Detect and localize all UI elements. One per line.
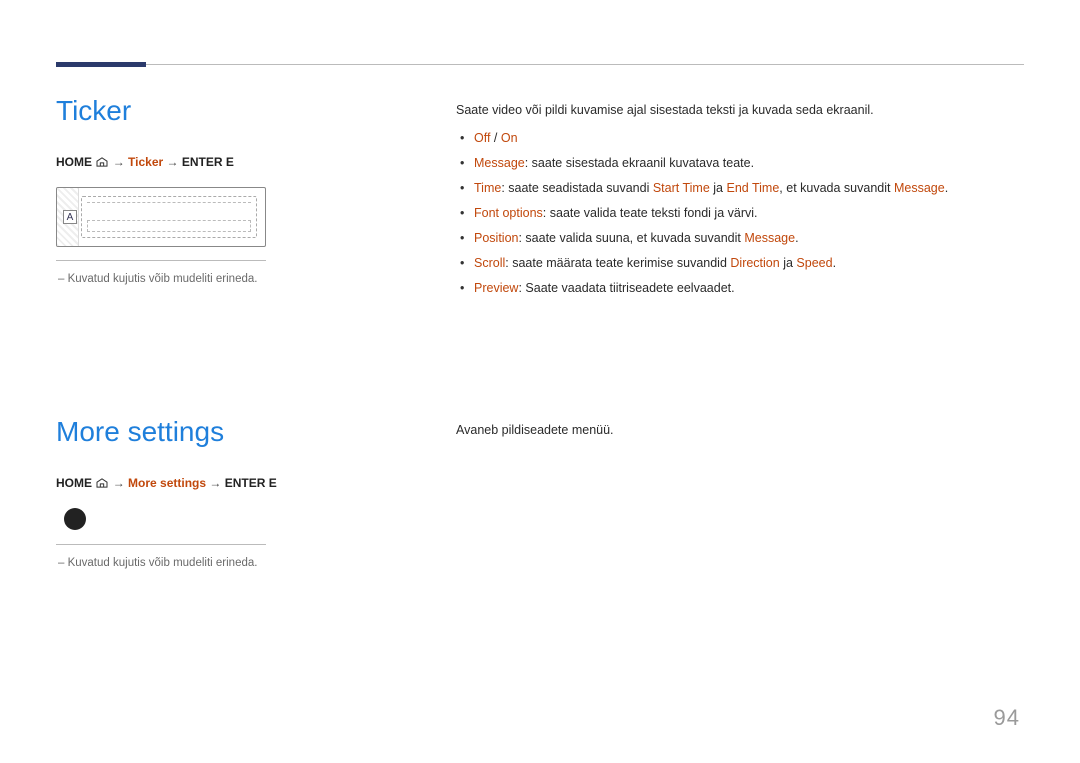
arrow-icon: → (113, 155, 128, 169)
section-more-left: More settings HOME → More settings → ENT… (56, 416, 396, 569)
ticker-breadcrumb: HOME → Ticker → ENTER E (56, 155, 396, 169)
header-rule (56, 64, 1024, 65)
breadcrumb-home: HOME (56, 155, 92, 169)
section-more-right: Avaneb pildiseadete menüü. (456, 420, 1020, 448)
bullet-off-on: Off / On (474, 128, 1020, 148)
figure-divider (56, 544, 266, 545)
more-breadcrumb: HOME → More settings → ENTER E (56, 476, 396, 490)
figure-divider (56, 260, 266, 261)
section-ticker-right: Saate video või pildi kuvamise ajal sise… (456, 100, 1020, 303)
section-ticker-left: Ticker HOME → Ticker → ENTER E A Kuvatud… (56, 95, 396, 285)
header-accent (56, 62, 146, 67)
bullet-position: Position: saate valida suuna, et kuvada … (474, 228, 1020, 248)
page-number: 94 (994, 705, 1020, 731)
bullet-preview: Preview: Saate vaadata tiitriseadete eel… (474, 278, 1020, 298)
arrow-icon: → (113, 476, 128, 490)
more-intro: Avaneb pildiseadete menüü. (456, 420, 1020, 440)
bullet-message: Message: saate sisestada ekraanil kuvata… (474, 153, 1020, 173)
arrow-icon: → (209, 476, 224, 490)
schematic-label-a: A (63, 210, 77, 224)
ticker-schematic-figure: A (56, 187, 266, 247)
ticker-schematic: A (56, 187, 266, 247)
breadcrumb-more-settings: More settings (128, 476, 206, 490)
bullet-scroll: Scroll: saate määrata teate kerimise suv… (474, 253, 1020, 273)
more-caption: Kuvatud kujutis võib mudeliti erineda. (58, 557, 396, 569)
ticker-intro: Saate video või pildi kuvamise ajal sise… (456, 100, 1020, 120)
more-settings-icon (64, 508, 86, 530)
ticker-bullets: Off / On Message: saate sisestada ekraan… (456, 128, 1020, 298)
bullet-font-options: Font options: saate valida teate teksti … (474, 203, 1020, 223)
bullet-time: Time: saate seadistada suvandi Start Tim… (474, 178, 1020, 198)
breadcrumb-enter: ENTER E (182, 155, 234, 169)
ticker-caption: Kuvatud kujutis võib mudeliti erineda. (58, 273, 396, 285)
breadcrumb-ticker: Ticker (128, 155, 163, 169)
breadcrumb-home: HOME (56, 476, 92, 490)
home-icon (95, 478, 109, 488)
ticker-heading: Ticker (56, 95, 396, 127)
breadcrumb-enter: ENTER E (225, 476, 277, 490)
more-settings-heading: More settings (56, 416, 396, 448)
home-icon (95, 157, 109, 167)
arrow-icon: → (167, 155, 182, 169)
